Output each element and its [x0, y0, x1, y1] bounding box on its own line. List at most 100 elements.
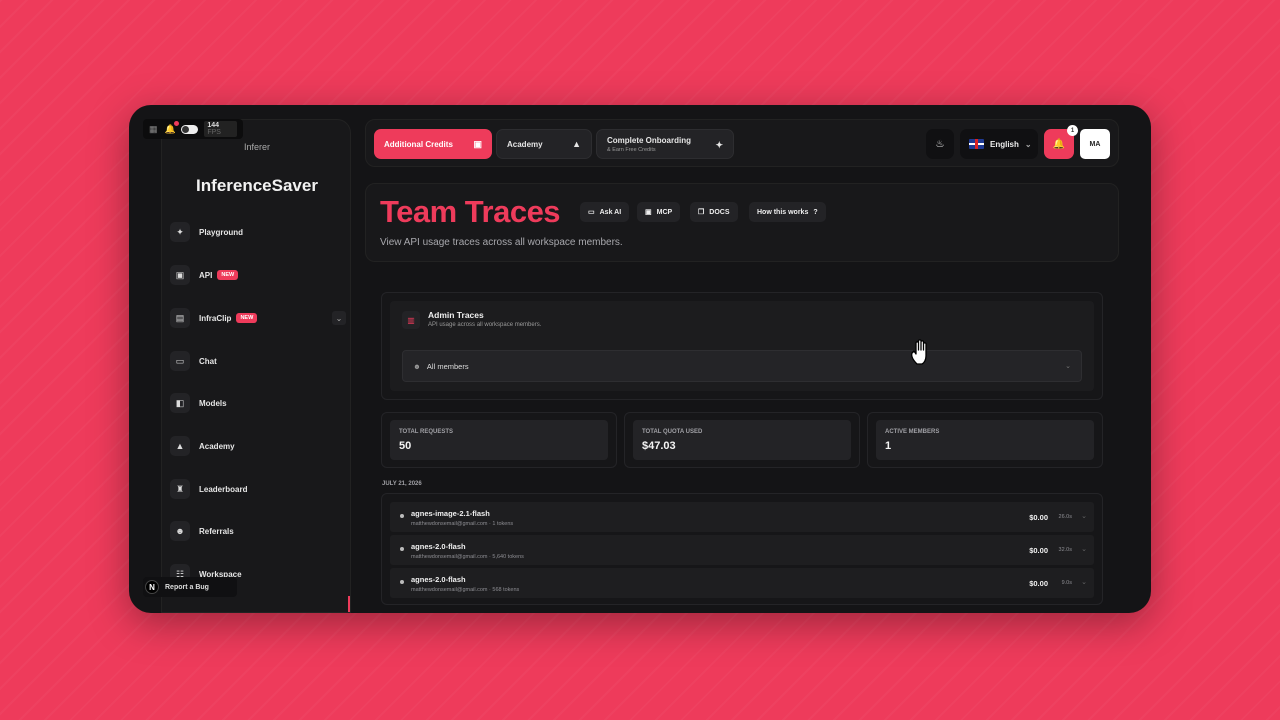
trace-duration: 26.0s — [1058, 514, 1072, 520]
trace-duration: 32.0s — [1058, 547, 1072, 553]
ask-ai-button[interactable]: ▭ Ask AI — [580, 202, 630, 222]
credit-card-icon: ▣ — [473, 138, 482, 149]
sidebar-item-api[interactable]: ▣ API NEW — [170, 263, 346, 287]
stat-label: Active Members — [885, 429, 940, 435]
bell-icon[interactable]: 🔔 — [165, 121, 179, 134]
admin-traces-subtitle: API usage across all workspace members. — [428, 322, 542, 328]
academy-label: Academy — [507, 139, 543, 149]
trace-row[interactable]: agnes-2.0-flash matthewdonsemail@gmail.c… — [390, 535, 1094, 565]
hand-cursor-icon — [911, 339, 927, 365]
sidebar-item-models[interactable]: ◧ Models — [170, 391, 346, 415]
users-icon: ☻ — [170, 521, 190, 541]
terminal-icon: ▣ — [645, 209, 652, 216]
how-this-works-button[interactable]: How this works ? — [749, 202, 826, 222]
clip-icon: ▤ — [170, 308, 190, 328]
docs-button[interactable]: ❐ DOCS — [690, 202, 738, 222]
sidebar-item-infraclip[interactable]: ▤ InfraClip NEW ⌄ — [170, 306, 346, 330]
help-icon: ? — [813, 208, 818, 216]
notifications-button[interactable]: 🔔 1 — [1044, 125, 1078, 159]
theme-toggle[interactable] — [180, 124, 199, 134]
member-filter-value: All members — [426, 361, 469, 371]
chevron-down-icon[interactable]: ⌄ — [332, 311, 346, 325]
fire-icon: ♨ — [935, 138, 945, 150]
chevron-down-icon[interactable]: ⌄ — [1081, 545, 1087, 553]
uk-flag-icon — [969, 139, 984, 149]
member-filter-select[interactable]: ☻ All members ⌄ — [402, 350, 1082, 382]
onboarding-sub-label: & Earn Free Credits — [607, 146, 656, 153]
sidebar-item-academy[interactable]: ▲ Academy — [170, 434, 346, 458]
stat-active-members: Active Members 1 — [867, 412, 1103, 468]
sidebar-item-leaderboard[interactable]: ♜ Leaderboard — [170, 477, 346, 501]
complete-onboarding-button[interactable]: Complete Onboarding & Earn Free Credits … — [596, 129, 734, 159]
trace-model: agnes-2.0-flash — [411, 542, 466, 551]
sidebar-item-label: Chat — [199, 356, 217, 366]
avatar[interactable]: MA — [1080, 129, 1110, 159]
chevron-down-icon[interactable]: ⌄ — [1081, 512, 1087, 520]
chevron-down-icon: ⌄ — [1024, 139, 1032, 149]
onboarding-label: Complete Onboarding — [607, 135, 691, 145]
sidebar-item-label: Academy — [199, 441, 235, 451]
book-icon: ❐ — [698, 209, 705, 216]
chat-icon: ▭ — [588, 209, 595, 216]
nextjs-icon: N — [145, 580, 159, 594]
grid-icon[interactable]: ▦ — [149, 124, 159, 134]
mcp-label: MCP — [656, 208, 673, 216]
page-subtitle: View API usage traces across all workspa… — [380, 237, 623, 248]
bell-icon: 🔔 — [1052, 138, 1066, 150]
trace-row[interactable]: agnes-2.0-flash matthewdonsemail@gmail.c… — [390, 568, 1094, 598]
stat-value: $47.03 — [642, 440, 676, 452]
trace-cost: $0.00 — [1029, 546, 1048, 555]
credits-label: Additional Credits — [384, 139, 453, 149]
additional-credits-button[interactable]: Additional Credits ▣ — [374, 129, 492, 159]
trace-model: agnes-2.0-flash — [411, 575, 466, 584]
sidebar-item-label: Referrals — [199, 526, 234, 536]
mcp-button[interactable]: ▣ MCP — [637, 202, 681, 222]
academy-button[interactable]: Academy ▲ — [496, 129, 592, 159]
sidebar-item-playground[interactable]: ✦ Playground — [170, 220, 346, 244]
trace-duration: 9.0s — [1061, 580, 1072, 586]
sidebar-item-chat[interactable]: ▭ Chat — [170, 349, 346, 373]
admin-traces-card: ▥ Admin Traces API usage across all work… — [381, 292, 1103, 400]
sidebar-scrollbar[interactable] — [348, 596, 350, 612]
logo[interactable]: Inferer — [244, 142, 270, 152]
sidebar-item-label: API — [199, 270, 213, 280]
chat-icon: ▭ — [170, 351, 190, 371]
page-header: Team Traces ▭ Ask AI ▣ MCP ❐ DOCS How th… — [365, 183, 1119, 262]
trace-model: agnes-image-2.1-flash — [411, 509, 490, 518]
admin-traces-title: Admin Traces — [428, 310, 484, 320]
trace-meta: matthewdonsemail@gmail.com · 568 tokens — [411, 587, 520, 593]
sidebar: Inferer InferenceSaver ✦ Playground ▣ AP… — [161, 119, 351, 613]
fps-counter: 144 FPS — [204, 121, 237, 137]
dev-toolbar: ▦ 🔔 144 FPS — [143, 119, 243, 139]
sparkle-icon: ✦ — [715, 140, 723, 150]
streak-button[interactable]: ♨ — [926, 129, 954, 159]
trace-row[interactable]: agnes-image-2.1-flash matthewdonsemail@g… — [390, 502, 1094, 532]
stat-value: 50 — [399, 440, 412, 452]
cube-icon: ◧ — [170, 393, 190, 413]
users-icon: ☻ — [413, 361, 421, 371]
sidebar-item-label: Playground — [199, 227, 244, 237]
graduation-cap-icon: ▲ — [572, 139, 581, 149]
status-dot — [400, 514, 404, 518]
stat-total-requests: Total Requests 50 — [381, 412, 617, 468]
report-bug-button[interactable]: N Report a Bug — [143, 577, 237, 597]
page-title: Team Traces — [380, 194, 561, 229]
bar-chart-icon: ▥ — [402, 311, 420, 329]
sidebar-item-label: InfraClip — [199, 313, 232, 323]
brand-name: InferenceSaver — [196, 176, 318, 195]
new-badge: NEW — [217, 270, 239, 280]
ask-ai-label: Ask AI — [599, 208, 622, 216]
status-dot — [400, 547, 404, 551]
chevron-down-icon[interactable]: ⌄ — [1081, 578, 1087, 586]
language-selector[interactable]: English ⌄ — [960, 129, 1038, 159]
graduation-cap-icon: ▲ — [170, 436, 190, 456]
trace-meta: matthewdonsemail@gmail.com · 1 tokens — [411, 521, 514, 527]
stat-value: 1 — [885, 440, 892, 452]
date-group-label: JULY 21, 2026 — [382, 481, 422, 487]
new-badge: NEW — [236, 313, 258, 323]
report-bug-label: Report a Bug — [165, 583, 209, 591]
stat-label: Total Requests — [399, 429, 454, 435]
sidebar-item-referrals[interactable]: ☻ Referrals — [170, 519, 346, 543]
docs-label: DOCS — [709, 208, 730, 216]
trace-cost: $0.00 — [1029, 579, 1048, 588]
